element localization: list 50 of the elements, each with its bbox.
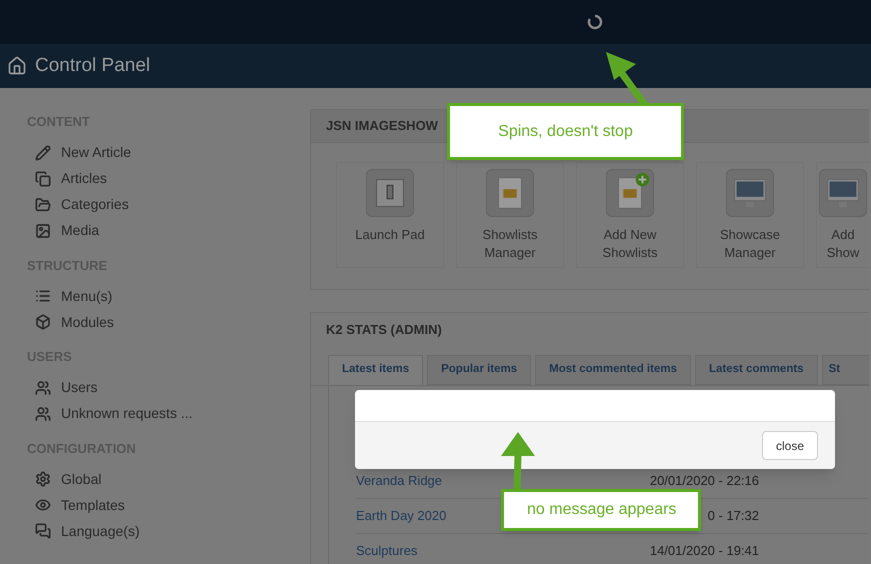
tile-icon xyxy=(486,169,534,217)
close-button[interactable]: close xyxy=(762,431,818,460)
sidebar-link[interactable]: Users xyxy=(27,374,310,400)
module-tile[interactable]: Add New Showlists xyxy=(576,162,684,268)
annotation-callout: Spins, doesn't stop xyxy=(447,103,684,160)
tab[interactable]: Most commented items xyxy=(535,355,691,385)
sidebar-link[interactable]: Categories xyxy=(27,192,310,218)
folder-icon xyxy=(35,196,51,212)
sidebar-link[interactable]: Unknown requests ... xyxy=(27,400,310,426)
panel-title: K2 STATS (ADMIN) xyxy=(326,320,442,339)
tab[interactable]: Popular items xyxy=(427,355,532,385)
sidebar-link[interactable]: Language(s) xyxy=(27,518,310,544)
date-cell-text: 14/01/2020 - 19:41 xyxy=(650,542,759,560)
settings-icon xyxy=(35,471,51,487)
item-link[interactable]: Sculptures xyxy=(356,543,418,558)
sidebar-link[interactable]: Modules xyxy=(27,309,310,335)
date-cell-text: 20/01/2020 - 22:16 xyxy=(650,472,759,490)
date-cell-text: 0 - 17:32 xyxy=(708,507,759,526)
item-link[interactable]: Veranda Ridge xyxy=(356,473,442,488)
module-tile[interactable]: Launch Pad xyxy=(336,162,444,268)
module-tile[interactable]: Showcase Manager xyxy=(696,162,804,268)
tile-icon xyxy=(606,169,654,217)
loading-spinner-icon xyxy=(587,14,603,30)
home-icon xyxy=(7,56,27,76)
chat-icon xyxy=(35,523,51,539)
tile-icon xyxy=(366,169,414,217)
tab[interactable]: Latest comments xyxy=(694,355,818,385)
annotation-callout: no message appears xyxy=(501,489,701,531)
eye-icon xyxy=(35,497,51,513)
sidebar-link[interactable]: Media xyxy=(27,218,310,244)
image-icon xyxy=(35,222,51,238)
pages-icon xyxy=(35,170,51,186)
panel-title: JSN IMAGESHOW xyxy=(326,117,438,136)
cube-icon xyxy=(35,314,51,330)
page-title: Control Panel xyxy=(35,54,150,78)
sidebar-link[interactable]: Articles xyxy=(27,166,310,192)
tab[interactable]: Latest items xyxy=(328,355,424,385)
list-icon xyxy=(35,288,51,304)
users-icon xyxy=(35,406,51,422)
tab[interactable]: St xyxy=(822,355,869,385)
pencil-icon xyxy=(35,144,51,160)
module-tile[interactable]: Showlists Manager xyxy=(456,162,564,268)
item-link[interactable]: Earth Day 2020 xyxy=(356,508,446,523)
tile-icon xyxy=(726,169,774,217)
sidebar-link[interactable]: Templates xyxy=(27,492,310,518)
sidebar-link[interactable]: New Article xyxy=(27,140,310,166)
users-icon xyxy=(35,380,51,396)
module-tile[interactable]: Add Show xyxy=(816,162,869,268)
sidebar-link[interactable]: Global xyxy=(27,466,310,492)
sidebar-link[interactable]: Menu(s) xyxy=(27,283,310,309)
